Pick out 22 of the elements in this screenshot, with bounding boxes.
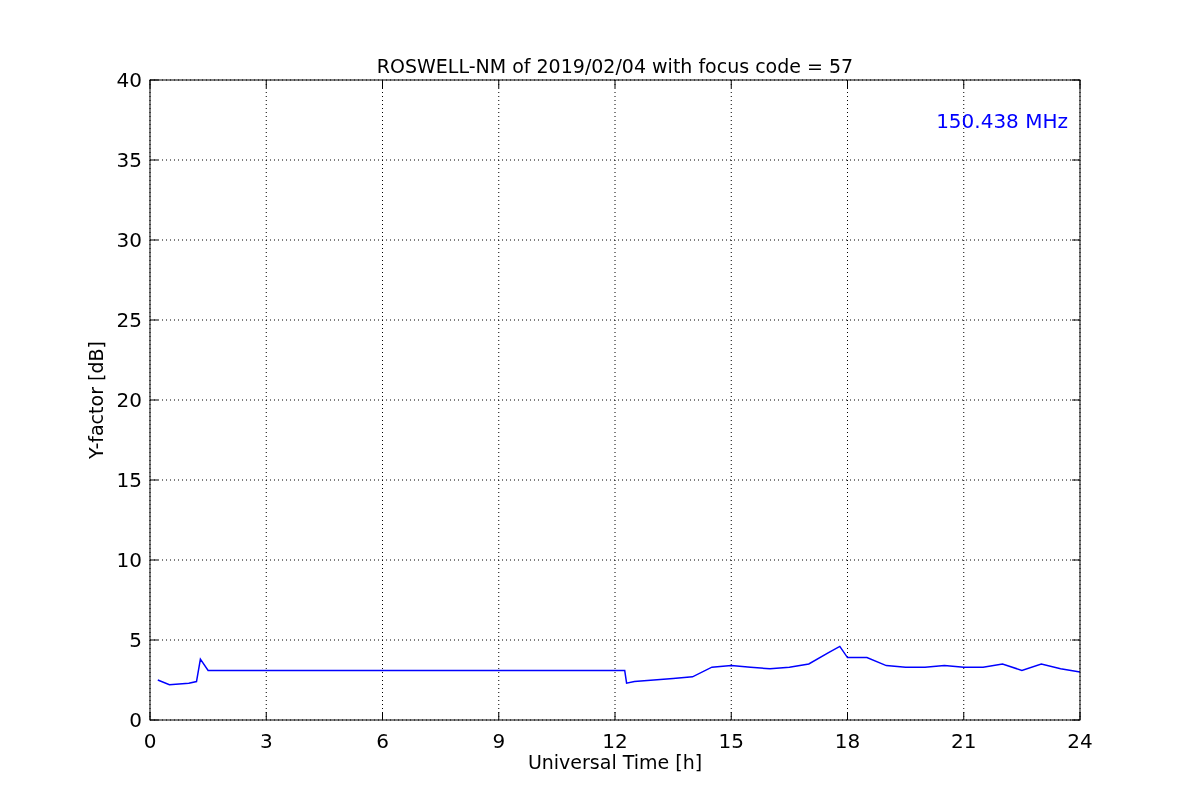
x-tick-label: 9 [492, 729, 506, 753]
x-tick-label: 3 [259, 729, 273, 753]
y-tick-label: 40 [116, 68, 142, 92]
x-tick-label: 0 [143, 729, 157, 753]
y-tick-label: 35 [116, 148, 142, 172]
series-label: 150.438 MHz [936, 109, 1068, 133]
y-tick-label: 30 [116, 228, 142, 252]
x-axis-label: Universal Time [h] [527, 751, 703, 773]
x-tick-label: 6 [376, 729, 389, 753]
x-tick-label: 21 [951, 729, 977, 753]
x-tick-label: 18 [834, 729, 861, 753]
x-tick-label: 12 [602, 729, 628, 753]
chart-title: ROSWELL-NM of 2019/02/04 with focus code = 57 [376, 55, 854, 77]
y-tick-label: 20 [116, 388, 142, 412]
x-tick-label: 24 [1067, 729, 1093, 753]
y-axis-label: Y-factor [dB] [85, 341, 107, 459]
x-tick-label: 15 [718, 729, 744, 753]
y-tick-label: 0 [129, 708, 142, 732]
y-tick-label: 5 [129, 628, 142, 652]
y-tick-label: 25 [116, 308, 142, 332]
y-tick-label: 15 [116, 468, 142, 492]
y-tick-label: 10 [116, 548, 142, 572]
